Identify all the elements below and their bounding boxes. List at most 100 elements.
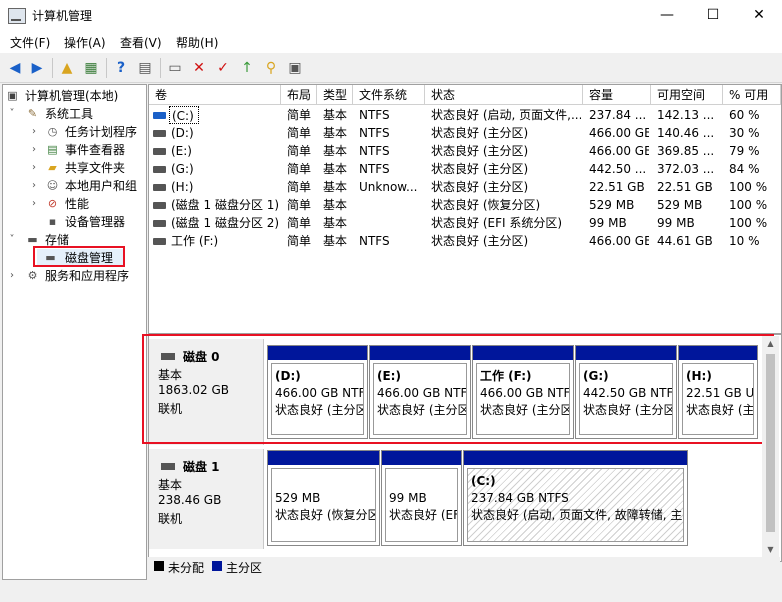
toolbar: ◀ ▶ ▲ ▦ ? ▤ ▭ ✕ ✓ ↑ ⚲ ▣	[0, 53, 782, 83]
partition-block[interactable]: (E:) 466.00 GB NTFS 状态良好 (主分区)	[369, 345, 471, 439]
scroll-down-icon[interactable]: ▼	[762, 542, 779, 558]
back-icon[interactable]: ◀	[6, 59, 24, 77]
partition-status: 状态良好 (启动, 页面文件, 故障转储, 主分区)	[471, 508, 683, 522]
tools-icon: ✎	[27, 107, 38, 120]
column-header-layout[interactable]: 布局	[281, 85, 317, 105]
table-cell: 简单	[287, 162, 312, 176]
primary-partition-bar	[464, 451, 687, 465]
table-cell: 状态良好 (主分区)	[431, 180, 529, 194]
partition-block[interactable]: 99 MB 状态良好 (EFI 系统分区)	[381, 450, 462, 546]
column-header-filesystem[interactable]: 文件系统	[353, 85, 425, 105]
partition-label: (E:)	[377, 369, 401, 383]
table-row[interactable]: (H:) 简单 基本 Unknow... 状态良好 (主分区) 22.51 GB 22.51…	[149, 178, 781, 196]
table-row[interactable]: (磁盘 1 磁盘分区 1) 简单 基本 状态良好 (恢复分区) 529 MB 529 MB…	[149, 196, 781, 214]
partition-block[interactable]: (H:) 22.51 GB Unknown 状态良好 (主分区)	[678, 345, 758, 439]
disk-icon	[161, 353, 175, 360]
partition-block[interactable]: 工作 (F:) 466.00 GB NTFS 状态良好 (主分区)	[472, 345, 574, 439]
scroll-up-icon[interactable]: ▲	[762, 336, 779, 352]
show-hide-tree-icon[interactable]: ▦	[82, 59, 100, 77]
expand-arrow-icon[interactable]: ›	[29, 159, 39, 177]
partition-block[interactable]: (G:) 442.50 GB NTFS 状态良好 (主分区)	[575, 345, 677, 439]
expand-arrow-icon[interactable]: ›	[29, 123, 39, 141]
navigation-tree: ▣ 计算机管理(本地) ˅ ✎ 系统工具 › ◷ 任务计划程序 › ▤ 事件查看…	[2, 84, 147, 580]
column-header-capacity[interactable]: 容量	[583, 85, 651, 105]
collapse-arrow-icon[interactable]: ˅	[7, 231, 17, 249]
volume-icon	[153, 238, 166, 245]
table-cell: 基本	[323, 162, 348, 176]
properties-icon[interactable]: ▤	[136, 59, 154, 77]
partition-label: (H:)	[686, 369, 712, 383]
disk-size: 238.46 GB	[158, 493, 222, 507]
partition-content: (D:) 466.00 GB NTFS 状态良好 (主分区)	[271, 363, 364, 435]
column-header-free-space[interactable]: 可用空间	[651, 85, 723, 105]
menu-help[interactable]: 帮助(H)	[176, 34, 218, 51]
column-header-type[interactable]: 类型	[317, 85, 353, 105]
table-cell: 基本	[323, 108, 348, 122]
column-header-percent-free[interactable]: % 可用	[723, 85, 781, 105]
expand-arrow-icon[interactable]: ›	[7, 267, 17, 285]
partition-block[interactable]: (C:) 237.84 GB NTFS 状态良好 (启动, 页面文件, 故障转储, …	[463, 450, 688, 546]
table-cell: 99 MB	[589, 216, 627, 230]
table-cell: 22.51 GB	[657, 180, 713, 194]
table-cell: 466.00 GB	[589, 144, 649, 158]
table-row[interactable]: (E:) 简单 基本 NTFS 状态良好 (主分区) 466.00 GB 369.85 ..…	[149, 142, 781, 160]
menu-view[interactable]: 查看(V)	[120, 34, 162, 51]
maximize-button[interactable]: ☐	[690, 0, 736, 31]
table-cell: (磁盘 1 磁盘分区 1)	[171, 198, 279, 212]
collapse-arrow-icon[interactable]: ˅	[7, 105, 17, 123]
tree-item-shared-folders[interactable]: › ▰ 共享文件夹	[3, 159, 144, 177]
table-cell: 简单	[287, 198, 312, 212]
column-header-volume[interactable]: 卷	[149, 85, 281, 105]
table-row[interactable]: 工作 (F:) 简单 基本 NTFS 状态良好 (主分区) 466.00 GB 44.61 …	[149, 232, 781, 250]
delete-icon[interactable]: ✕	[190, 59, 208, 77]
expand-arrow-icon[interactable]: ›	[29, 177, 39, 195]
disk-size: 1863.02 GB	[158, 383, 229, 397]
forward-icon[interactable]: ▶	[28, 59, 46, 77]
tree-item-local-users[interactable]: › ☺ 本地用户和组	[3, 177, 144, 195]
disk-0-label[interactable]: 磁盘 0 基本 1863.02 GB 联机	[149, 339, 264, 445]
partition-block[interactable]: (D:) 466.00 GB NTFS 状态良好 (主分区)	[267, 345, 368, 439]
tree-item-device-manager[interactable]: ▪ 设备管理器	[3, 213, 144, 231]
table-row[interactable]: (磁盘 1 磁盘分区 2) 简单 基本 状态良好 (EFI 系统分区) 99 MB 99 …	[149, 214, 781, 232]
table-row[interactable]: (G:) 简单 基本 NTFS 状态良好 (主分区) 442.50 ... 372.03 .…	[149, 160, 781, 178]
tree-item-disk-management[interactable]: ▬ 磁盘管理	[37, 249, 125, 267]
expand-arrow-icon[interactable]: ›	[29, 195, 39, 213]
close-button[interactable]: ✕	[736, 0, 782, 31]
disk-type: 基本	[158, 368, 183, 382]
volume-icon	[153, 184, 166, 191]
tree-item-services[interactable]: › ⚙ 服务和应用程序	[3, 267, 144, 285]
partition-block[interactable]: 529 MB 状态良好 (恢复分区)	[267, 450, 380, 546]
table-row[interactable]: (C:) 简单 基本 NTFS 状态良好 (启动, 页面文件,... 237.84 ...…	[149, 106, 781, 124]
table-cell	[359, 214, 423, 232]
connect-icon[interactable]: ▭	[166, 59, 184, 77]
graph-scrollbar[interactable]: ▲ ▼	[762, 336, 779, 558]
search-icon[interactable]: ⚲	[262, 59, 280, 77]
partition-content: 工作 (F:) 466.00 GB NTFS 状态良好 (主分区)	[476, 363, 570, 435]
export-icon[interactable]: ↑	[238, 59, 256, 77]
settings-icon[interactable]: ▣	[286, 59, 304, 77]
check-icon[interactable]: ✓	[214, 59, 232, 77]
tree-item-storage[interactable]: ˅ ▬ 存储	[3, 231, 144, 249]
tree-item-event-viewer[interactable]: › ▤ 事件查看器	[3, 141, 144, 159]
disk-1-label[interactable]: 磁盘 1 基本 238.46 GB 联机	[149, 449, 264, 549]
disk-management-icon: ▬	[45, 251, 56, 264]
menu-action[interactable]: 操作(A)	[64, 34, 106, 51]
scroll-thumb[interactable]	[766, 354, 775, 532]
up-folder-icon[interactable]: ▲	[58, 59, 76, 77]
tree-item-system-tools[interactable]: ˅ ✎ 系统工具	[3, 105, 144, 123]
expand-arrow-icon[interactable]: ›	[29, 141, 39, 159]
volume-table: 卷 布局 类型 文件系统 状态 容量 可用空间 % 可用 (C:) 简单 基本 NTF…	[148, 84, 782, 334]
table-row[interactable]: (D:) 简单 基本 NTFS 状态良好 (主分区) 466.00 GB 140.46 ..…	[149, 124, 781, 142]
help-icon[interactable]: ?	[112, 59, 130, 77]
partition-size: 529 MB	[275, 491, 321, 505]
primary-partition-bar	[382, 451, 461, 465]
menu-file[interactable]: 文件(F)	[10, 34, 50, 51]
column-header-status[interactable]: 状态	[425, 85, 583, 105]
minimize-button[interactable]: —	[644, 0, 690, 31]
table-cell: 状态良好 (EFI 系统分区)	[431, 216, 563, 230]
table-cell: 状态良好 (主分区)	[431, 126, 529, 140]
tree-item-task-scheduler[interactable]: › ◷ 任务计划程序	[3, 123, 144, 141]
tree-item-performance[interactable]: › ⊘ 性能	[3, 195, 144, 213]
table-cell: 529 MB	[657, 198, 703, 212]
table-cell: 237.84 ...	[589, 108, 647, 122]
